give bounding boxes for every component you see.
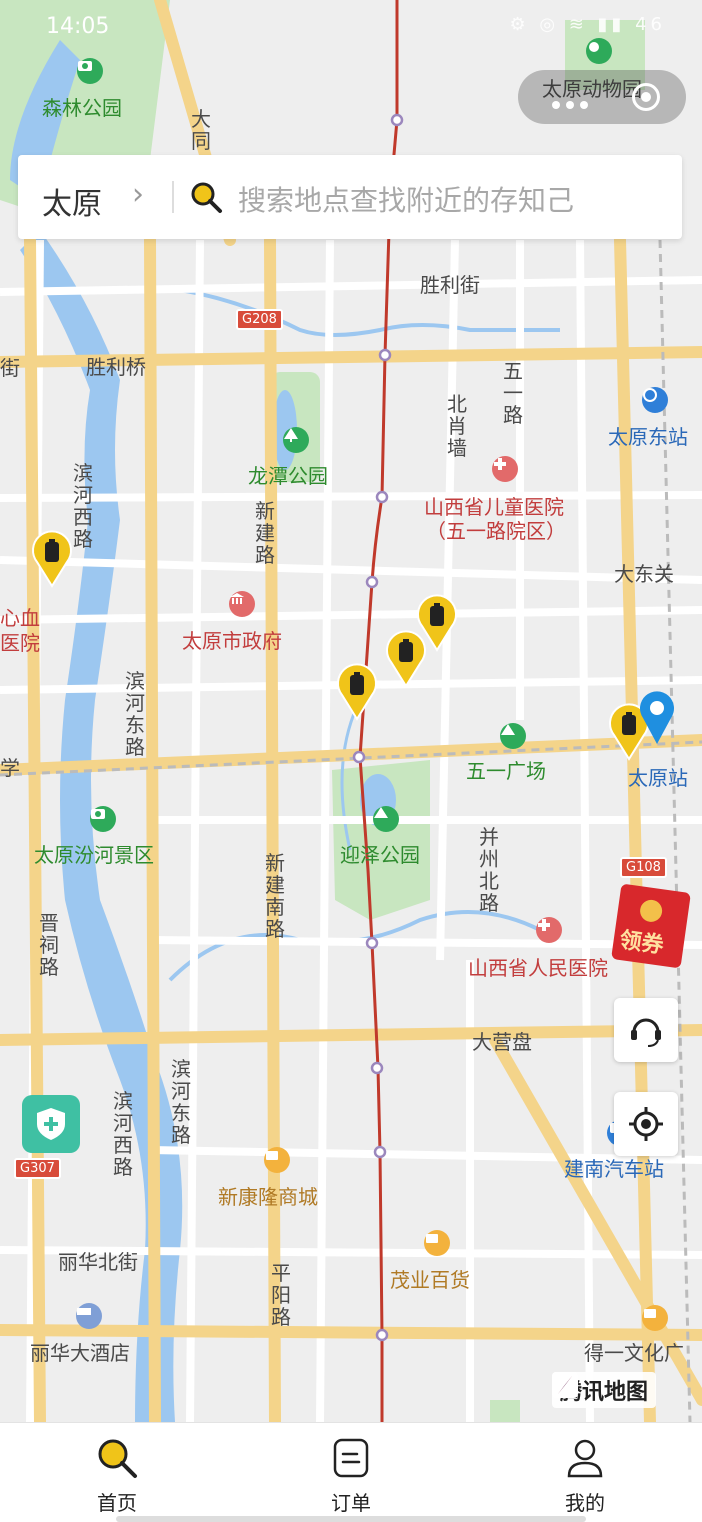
label-xue: 学 <box>0 756 20 780</box>
label-deyi-culture: 得一文化广 <box>584 1341 684 1365</box>
more-icon[interactable] <box>552 94 594 113</box>
label-forest-park: 森林公园 <box>42 96 122 120</box>
label-dadongguan: 大东关 <box>614 562 674 586</box>
search-icon <box>98 1439 137 1478</box>
label-yingze-park: 迎泽公园 <box>340 843 420 867</box>
coupon-button[interactable]: 领券 <box>611 883 691 969</box>
label-peoples-hospital: 山西省人民医院 <box>468 956 608 980</box>
label-xinkanglong: 新康隆商城 <box>218 1185 318 1209</box>
label-daying-pan: 大营盘 <box>472 1030 532 1054</box>
close-target-icon[interactable] <box>632 83 660 111</box>
location-pin-icon[interactable] <box>636 688 678 746</box>
crosshair-icon <box>629 1107 663 1141</box>
status-time: 14:05 <box>46 14 110 39</box>
shopping-icon <box>264 1147 290 1173</box>
label-children-hospital: 山西省儿童医院 <box>424 495 564 519</box>
divider <box>172 181 174 213</box>
camera-icon <box>90 806 116 832</box>
government-icon <box>229 591 255 617</box>
park-tree-icon <box>373 806 399 832</box>
search-bar[interactable]: 太原 › 搜索地点查找附近的存知己 <box>18 155 682 239</box>
label-taiyuan-station: 太原站 <box>628 766 688 790</box>
bottom-tab-bar: 首页 订单 我的 <box>0 1422 702 1522</box>
label-datong-road: 大同 <box>191 107 211 153</box>
label-bingzhou-north: 并州北路 <box>479 825 499 915</box>
tab-profile[interactable]: 我的 <box>535 1435 635 1516</box>
label-binhe-east-1: 滨河东路 <box>125 669 145 759</box>
tab-orders[interactable]: 订单 <box>301 1435 401 1516</box>
storage-marker[interactable] <box>385 630 427 688</box>
label-jinci-road: 晋祠路 <box>39 911 59 979</box>
label-city-gov: 太原市政府 <box>182 629 282 653</box>
camera-icon <box>77 58 103 84</box>
label-maoye: 茂业百货 <box>390 1268 470 1292</box>
label-lihua-north: 丽华北街 <box>58 1250 138 1274</box>
hospital-icon <box>536 917 562 943</box>
tab-profile-label: 我的 <box>565 1491 605 1515</box>
tab-home-label: 首页 <box>97 1491 137 1515</box>
label-xinjian-south: 新建南路 <box>265 851 285 941</box>
compass-icon <box>552 1372 578 1398</box>
coin-icon <box>638 898 664 924</box>
miniprogram-capsule[interactable] <box>518 70 686 124</box>
highway-badge-g208: G208 <box>236 309 283 330</box>
customer-service-button[interactable] <box>614 998 678 1062</box>
locate-button[interactable] <box>614 1092 678 1156</box>
status-bar: 14:05 ⚙ ◎ ≋ ▮▮ 46 <box>0 0 702 52</box>
safety-shield-button[interactable] <box>22 1095 80 1153</box>
storage-marker[interactable] <box>31 530 73 588</box>
label-jie: 街 <box>0 356 20 380</box>
hospital-icon <box>492 456 518 482</box>
label-wuyi-road: 五一路 <box>503 359 523 427</box>
tab-home[interactable]: 首页 <box>67 1435 167 1516</box>
label-longtan-park: 龙潭公园 <box>248 464 328 488</box>
label-children-hospital-sub: （五一路院区） <box>426 519 566 543</box>
label-binhe-west-2: 滨河西路 <box>113 1089 133 1179</box>
headset-icon <box>631 1018 661 1047</box>
park-tree-icon <box>283 427 309 453</box>
shopping-icon <box>642 1305 668 1331</box>
label-pingyang-road: 平阳路 <box>271 1261 291 1329</box>
label-binhe-west-1: 滨河西路 <box>73 461 93 551</box>
label-fenhe-scenic: 太原汾河景区 <box>34 843 154 867</box>
home-indicator <box>116 1516 586 1522</box>
highway-badge-g307: G307 <box>14 1158 61 1179</box>
label-binhe-east-2: 滨河东路 <box>171 1057 191 1147</box>
tab-orders-label: 订单 <box>331 1491 371 1515</box>
label-wuyi-square: 五一广场 <box>466 759 546 783</box>
label-shengli-bridge: 胜利桥 <box>86 355 146 379</box>
label-xinjian-road: 新建路 <box>255 499 275 567</box>
city-selector[interactable]: 太原 <box>42 179 102 223</box>
label-heart-hospital-1: 心血 <box>0 606 40 630</box>
search-icon <box>191 182 222 213</box>
label-heart-hospital-2: 医院 <box>0 631 40 655</box>
label-shengli-street: 胜利街 <box>420 273 480 297</box>
status-icons: ⚙ ◎ ≋ ▮▮ 46 <box>509 14 666 35</box>
square-tree-icon <box>500 723 526 749</box>
user-icon <box>567 1439 603 1478</box>
shopping-icon <box>424 1230 450 1256</box>
search-input[interactable]: 搜索地点查找附近的存知己 <box>238 179 574 219</box>
highway-badge-g108: G108 <box>620 857 667 878</box>
label-taiyuan-east: 太原东站 <box>608 425 688 449</box>
map-provider-watermark: 腾讯地图 <box>552 1372 657 1408</box>
label-beixiaoqiang: 北肖墙 <box>447 392 467 460</box>
order-icon <box>333 1438 369 1478</box>
shield-plus-icon <box>37 1108 65 1140</box>
chevron-right-icon[interactable]: › <box>132 177 144 212</box>
label-lihua-hotel: 丽华大酒店 <box>30 1341 130 1365</box>
label-jiannan-bus: 建南汽车站 <box>564 1157 664 1181</box>
coupon-label: 领券 <box>617 927 666 959</box>
hotel-icon <box>76 1303 102 1329</box>
metro-icon <box>642 387 668 413</box>
storage-marker[interactable] <box>336 663 378 721</box>
